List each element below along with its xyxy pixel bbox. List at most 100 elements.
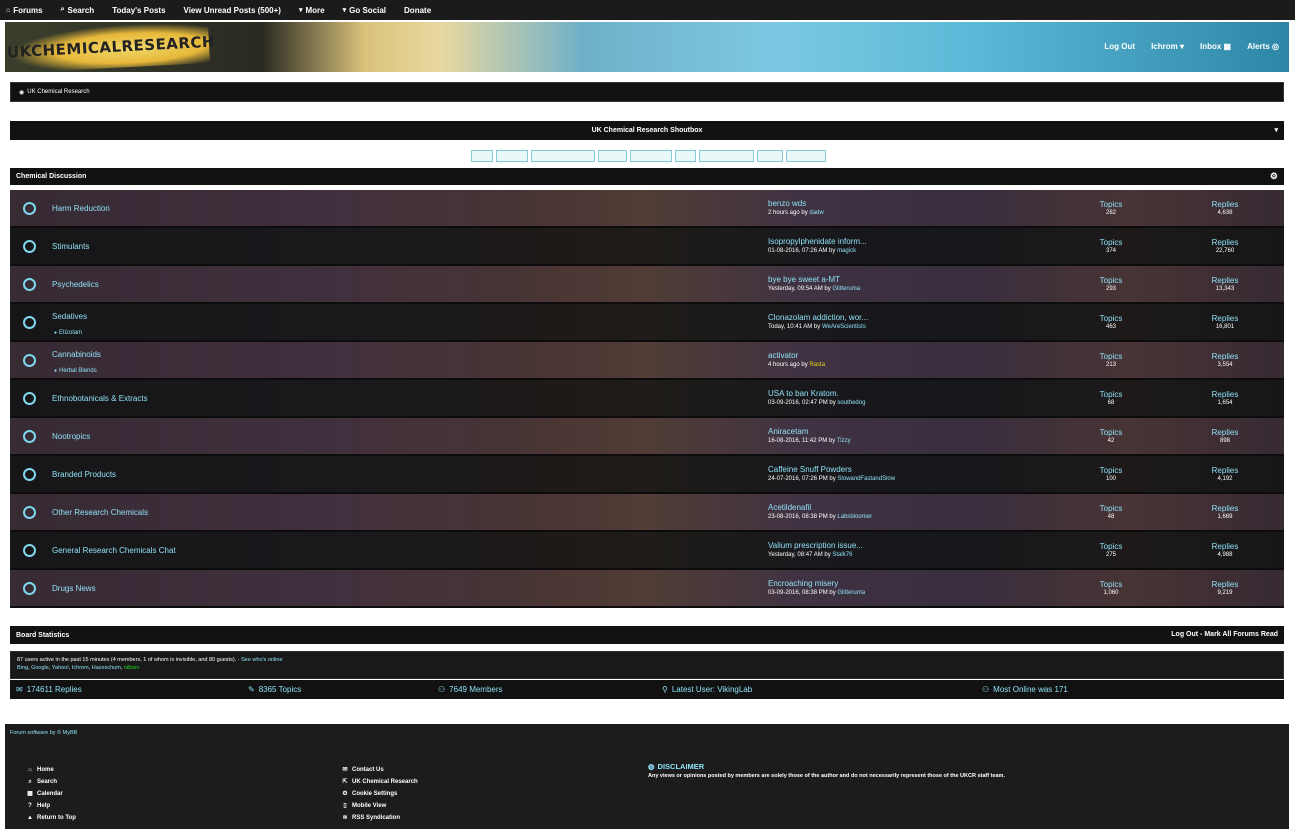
shoutbox-button[interactable] bbox=[496, 150, 528, 162]
last-post-link[interactable]: Aniracetam bbox=[768, 427, 808, 436]
last-post-user-link[interactable]: Glitteruma bbox=[837, 590, 865, 596]
forum-name-link[interactable]: Nootropics bbox=[52, 432, 90, 441]
last-post-user-link[interactable]: Glitteruma bbox=[832, 286, 860, 292]
gear-icon[interactable]: ⚙ bbox=[1270, 171, 1278, 182]
shoutbox-button[interactable] bbox=[471, 150, 493, 162]
forum-status-icon bbox=[23, 430, 36, 443]
username-dropdown[interactable]: Ichrom ▾ bbox=[1151, 42, 1184, 51]
footer-link-uk-chemical-research[interactable]: ⇱ UK Chemical Research bbox=[342, 776, 417, 788]
last-post-link[interactable]: USA to ban Kratom. bbox=[768, 389, 839, 398]
inbox-link[interactable]: Inbox ▦ bbox=[1200, 42, 1231, 51]
topics-count: Topics 42 bbox=[1081, 428, 1141, 444]
subforum-link[interactable]: ● Etizolam bbox=[54, 330, 82, 336]
collapse-icon[interactable]: ▾ bbox=[1274, 126, 1278, 134]
footer-link-return-to-top[interactable]: ▲ Return to Top bbox=[27, 812, 76, 824]
nav-item-today-s-posts[interactable]: Today's Posts bbox=[112, 6, 165, 15]
shoutbox-button[interactable] bbox=[757, 150, 783, 162]
forum-row: Other Research Chemicals Acetildenafil 23-… bbox=[10, 494, 1284, 532]
topics-value: 68 bbox=[1107, 400, 1115, 406]
forum-name-link[interactable]: Cannabinoids bbox=[52, 350, 101, 359]
last-post-link[interactable]: activator bbox=[768, 351, 798, 360]
site-logo[interactable]: UKCHEMICALRESEARCH bbox=[7, 22, 215, 72]
last-post-user-link[interactable]: magick bbox=[837, 248, 856, 254]
subforum-link[interactable]: ● Herbal Blends bbox=[54, 368, 97, 374]
home-icon: ⌂ bbox=[6, 6, 11, 14]
forum-name-link[interactable]: Psychedelics bbox=[52, 280, 99, 289]
topics-value: 275 bbox=[1105, 552, 1116, 558]
shoutbox-button[interactable] bbox=[786, 150, 826, 162]
footer-link-rss-syndication[interactable]: ≋ RSS Syndication bbox=[342, 812, 418, 824]
online-user-link[interactable]: Bing bbox=[17, 665, 28, 671]
last-post-link[interactable]: Valium prescription issue... bbox=[768, 541, 863, 550]
last-post-user-link[interactable]: SlowandFastandSlow bbox=[837, 476, 895, 482]
forum-name-link[interactable]: Sedatives bbox=[52, 312, 87, 321]
nav-item-label: Forums bbox=[13, 5, 43, 15]
replies-count: Replies 1,669 bbox=[1195, 504, 1255, 520]
footer-link-calendar[interactable]: ▦ Calendar bbox=[27, 788, 76, 800]
mark-forums-read-link[interactable]: Mark All Forums Read bbox=[1204, 631, 1278, 638]
last-post-link[interactable]: Encroaching misery bbox=[768, 579, 838, 588]
alerts-link[interactable]: Alerts ◎ bbox=[1247, 42, 1279, 51]
search-icon: ⌕ bbox=[28, 779, 32, 785]
forum-name-link[interactable]: Ethnobotanicals & Extracts bbox=[52, 394, 148, 403]
replies-count: Replies 13,343 bbox=[1195, 276, 1255, 292]
nav-item-search[interactable]: ⌕ Search bbox=[61, 6, 95, 15]
shoutbox-button[interactable] bbox=[699, 150, 754, 162]
online-user-link[interactable]: Yahoo! bbox=[52, 665, 69, 671]
forum-name-link[interactable]: Other Research Chemicals bbox=[52, 508, 148, 517]
nav-item-donate[interactable]: Donate bbox=[404, 6, 431, 15]
see-whos-online-link[interactable]: - See who's online bbox=[238, 657, 283, 663]
logout-link[interactable]: Log Out bbox=[1104, 42, 1135, 51]
last-post-user-link[interactable]: southedog bbox=[837, 400, 865, 406]
disclaimer-heading: DISCLAIMER bbox=[657, 762, 705, 771]
last-post-user-link[interactable]: Tizzy bbox=[837, 438, 851, 444]
last-post-meta: 23-08-2016, 08:38 PM by Labsbloomer bbox=[768, 514, 872, 520]
nav-item-go-social[interactable]: ▾ Go Social bbox=[343, 6, 386, 15]
online-user-link[interactable]: Google bbox=[31, 665, 49, 671]
footer-link-mobile-view[interactable]: ▯ Mobile View bbox=[342, 800, 418, 812]
last-post-link[interactable]: Caffeine Snuff Powders bbox=[768, 465, 852, 474]
shoutbox-button[interactable] bbox=[598, 150, 627, 162]
last-post-user-link[interactable]: WeAreScientists bbox=[822, 324, 866, 330]
forum-name-link[interactable]: Harm Reduction bbox=[52, 204, 110, 213]
online-user-link[interactable]: Ichrom bbox=[72, 665, 89, 671]
footer-link-help[interactable]: ? Help bbox=[27, 800, 76, 812]
last-post-link[interactable]: Isopropylphenidate inform... bbox=[768, 237, 867, 246]
category-title[interactable]: Chemical Discussion bbox=[16, 173, 86, 180]
shoutbox-button[interactable] bbox=[531, 150, 595, 162]
topics-label: Topics bbox=[1099, 580, 1123, 589]
forum-row: Branded Products Caffeine Snuff Powders 24… bbox=[10, 456, 1284, 494]
last-post-link[interactable]: bye bye sweet a-MT bbox=[768, 275, 840, 284]
forum-name-link[interactable]: General Research Chemicals Chat bbox=[52, 546, 176, 555]
forum-name-link[interactable]: Stimulants bbox=[52, 242, 89, 251]
replies-label: Replies bbox=[1211, 542, 1239, 551]
shoutbox-button[interactable] bbox=[675, 150, 696, 162]
breadcrumb-home-link[interactable]: UK Chemical Research bbox=[27, 89, 89, 95]
last-post-user-link[interactable]: Stalk76 bbox=[832, 552, 852, 558]
footer-link-home[interactable]: ⌂ Home bbox=[27, 764, 76, 776]
footer-link-contact-us[interactable]: ✉ Contact Us bbox=[342, 764, 418, 776]
nav-item-label: More bbox=[305, 5, 325, 15]
logout-link[interactable]: Log Out bbox=[1171, 631, 1198, 638]
last-post-user-link[interactable]: Labsbloomer bbox=[837, 514, 872, 520]
replies-label: Replies bbox=[1211, 504, 1239, 513]
last-post-user-link[interactable]: Rasta bbox=[809, 362, 825, 368]
last-post-link[interactable]: Clonazolam addiction, wor... bbox=[768, 313, 868, 322]
stat-comments: ✉ 174611 Replies bbox=[16, 685, 82, 694]
last-post-link[interactable]: Acetildenafil bbox=[768, 503, 811, 512]
topics-value: 282 bbox=[1105, 210, 1116, 216]
nav-item-view-unread-posts-500[interactable]: View Unread Posts (500+) bbox=[184, 6, 281, 15]
online-user-link[interactable]: Hazeschum bbox=[92, 665, 121, 671]
shoutbox-button[interactable] bbox=[630, 150, 672, 162]
footer-link-cookie-settings[interactable]: ⚙ Cookie Settings bbox=[342, 788, 418, 800]
powered-by[interactable]: Forum software by © MyBB bbox=[10, 730, 77, 736]
breadcrumb: ◉ UK Chemical Research bbox=[10, 82, 1284, 102]
online-user-link[interactable]: nilbsin bbox=[124, 665, 140, 671]
last-post-link[interactable]: benzo wds bbox=[768, 199, 806, 208]
nav-item-more[interactable]: ▾ More bbox=[299, 6, 325, 15]
forum-name-link[interactable]: Branded Products bbox=[52, 470, 116, 479]
footer-link-search[interactable]: ⌕ Search bbox=[27, 776, 76, 788]
forum-name-link[interactable]: Drugs News bbox=[52, 584, 96, 593]
nav-item-forums[interactable]: ⌂ Forums bbox=[6, 6, 43, 15]
last-post-user-link[interactable]: dadw bbox=[809, 210, 823, 216]
